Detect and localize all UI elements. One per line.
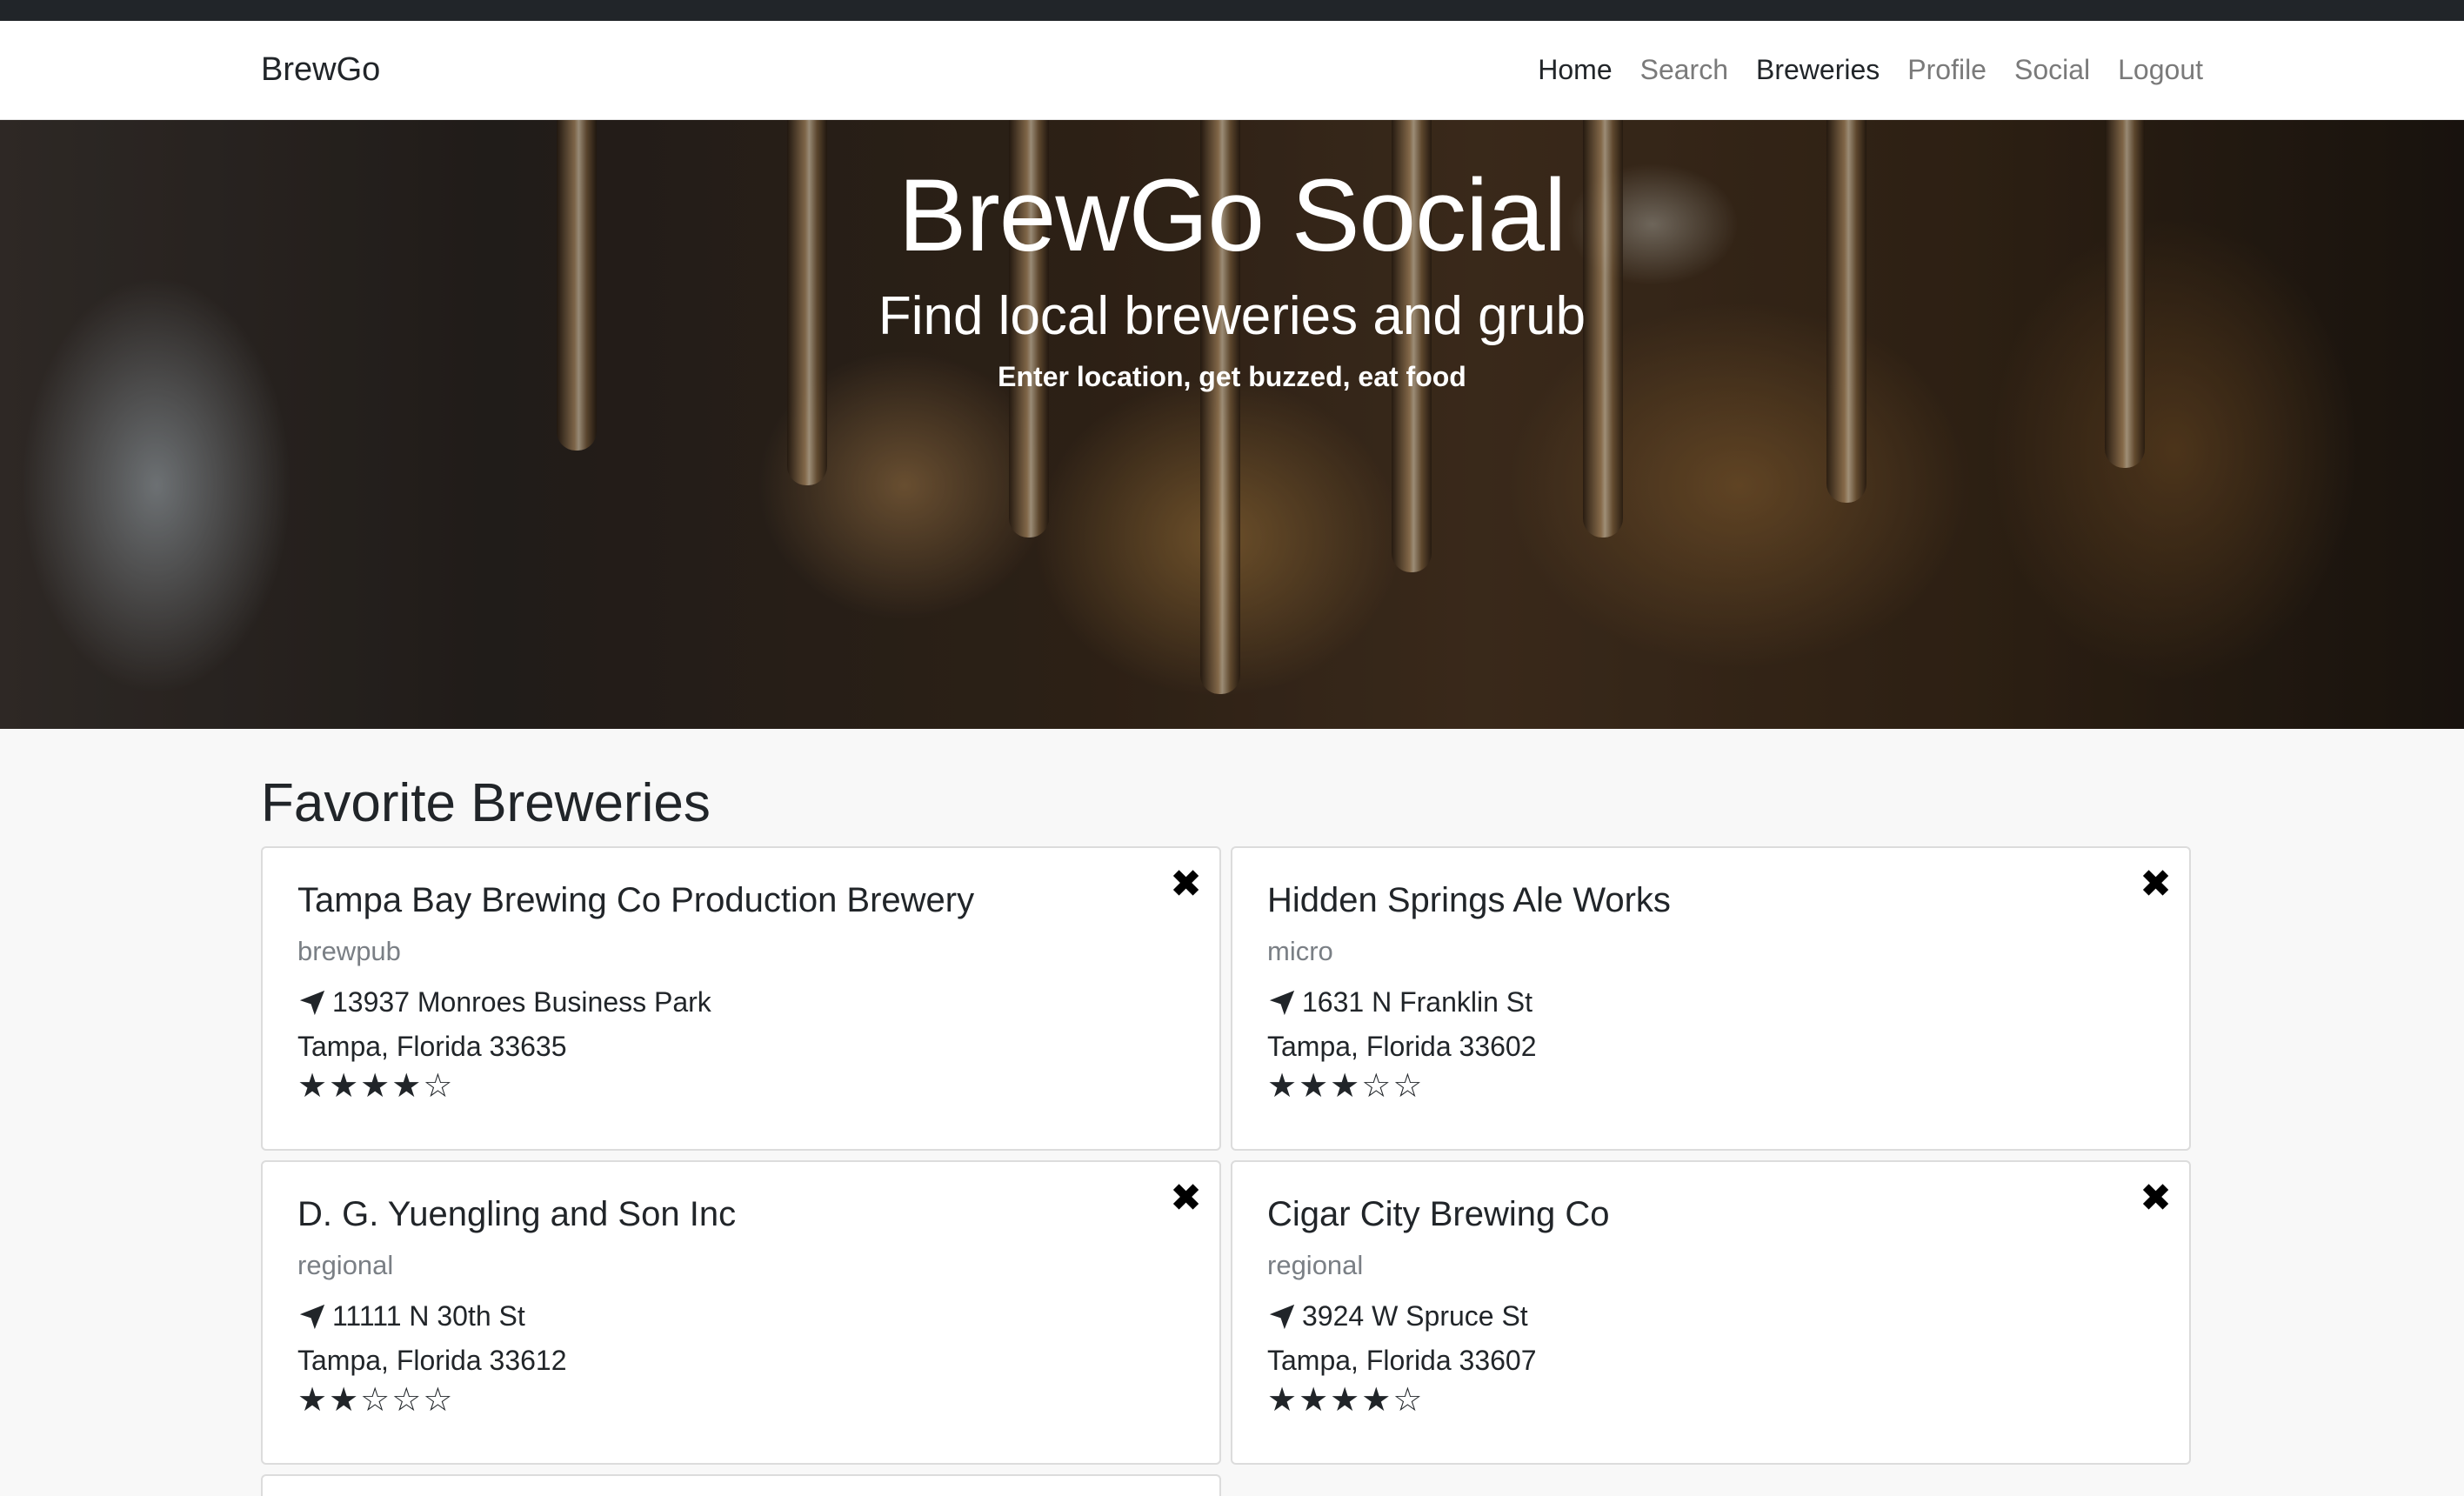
- nav-social[interactable]: Social: [2014, 54, 2090, 86]
- star-rating: ★ ★ ★ ★ ☆: [297, 1070, 1185, 1103]
- nav-home[interactable]: Home: [1538, 54, 1612, 86]
- star-rating: ★ ★ ★ ★ ☆: [1267, 1384, 2154, 1417]
- star-rating: ★ ★ ☆ ☆ ☆: [297, 1384, 1185, 1417]
- star-filled-icon: ★: [360, 1068, 391, 1105]
- nav-search[interactable]: Search: [1640, 54, 1728, 86]
- navbar: BrewGo Home Search Breweries Profile Soc…: [0, 21, 2464, 120]
- star-filled-icon: ★: [391, 1068, 422, 1105]
- brewery-street-text: 1631 N Franklin St: [1302, 986, 1533, 1018]
- close-icon[interactable]: ✖: [2140, 865, 2172, 904]
- brewery-name: Tampa Bay Brewing Co Production Brewery: [297, 881, 975, 919]
- nav-logout[interactable]: Logout: [2118, 54, 2203, 86]
- star-filled-icon: ★: [297, 1382, 328, 1419]
- brewery-name: Cigar City Brewing Co: [1267, 1195, 1610, 1233]
- star-empty-icon: ☆: [1361, 1068, 1392, 1105]
- brewery-city: Tampa, Florida 33635: [297, 1031, 567, 1062]
- star-empty-icon: ☆: [360, 1382, 391, 1419]
- brewery-name: Hidden Springs Ale Works: [1267, 881, 1671, 919]
- star-filled-icon: ★: [329, 1068, 359, 1105]
- brewery-card[interactable]: [261, 1474, 1221, 1496]
- star-empty-icon: ☆: [423, 1382, 453, 1419]
- star-filled-icon: ★: [329, 1382, 359, 1419]
- brewery-street: 1631 N Franklin St: [1267, 986, 2154, 1018]
- brewery-street-text: 13937 Monroes Business Park: [332, 986, 711, 1018]
- star-filled-icon: ★: [1267, 1068, 1298, 1105]
- brewery-card[interactable]: ✖ Cigar City Brewing Co regional 3924 W …: [1231, 1160, 2191, 1465]
- hero-tagline: Enter location, get buzzed, eat food: [998, 360, 1466, 392]
- brewery-street-text: 11111 N 30th St: [332, 1300, 525, 1332]
- brewery-street-text: 3924 W Spruce St: [1302, 1300, 1528, 1332]
- browser-top-bar: [0, 0, 2464, 21]
- brewery-card[interactable]: ✖ Hidden Springs Ale Works micro 1631 N …: [1231, 846, 2191, 1151]
- close-icon[interactable]: ✖: [2140, 1179, 2172, 1218]
- nav-breweries[interactable]: Breweries: [1756, 54, 1880, 86]
- star-filled-icon: ★: [1330, 1382, 1360, 1419]
- main-content: Favorite Breweries ✖ Tampa Bay Brewing C…: [0, 729, 2464, 1496]
- section-title: Favorite Breweries: [261, 773, 711, 833]
- location-arrow-icon: [1269, 990, 1295, 1015]
- brewery-type: regional: [297, 1250, 394, 1280]
- star-empty-icon: ☆: [1392, 1068, 1423, 1105]
- brewery-street: 13937 Monroes Business Park: [297, 986, 1185, 1018]
- brewery-type: micro: [1267, 936, 1333, 966]
- hero-title: BrewGo Social: [898, 158, 1566, 273]
- star-empty-icon: ☆: [1392, 1382, 1423, 1419]
- star-filled-icon: ★: [1299, 1382, 1329, 1419]
- hero-subtitle: Find local breweries and grub: [878, 285, 1586, 346]
- hero-content: BrewGo Social Find local breweries and g…: [0, 120, 2464, 393]
- nav-links: Home Search Breweries Profile Social Log…: [1538, 54, 2203, 86]
- star-filled-icon: ★: [1299, 1068, 1329, 1105]
- close-icon[interactable]: ✖: [1170, 1179, 1202, 1218]
- brewery-city: Tampa, Florida 33602: [1267, 1031, 1537, 1062]
- hero-banner: BrewGo Social Find local breweries and g…: [0, 120, 2464, 729]
- brewery-type: regional: [1267, 1250, 1364, 1280]
- star-filled-icon: ★: [297, 1068, 328, 1105]
- location-arrow-icon: [1269, 1304, 1295, 1329]
- close-icon[interactable]: ✖: [1170, 865, 1202, 904]
- location-arrow-icon: [299, 1304, 325, 1329]
- nav-profile[interactable]: Profile: [1907, 54, 1987, 86]
- brewery-grid: ✖ Tampa Bay Brewing Co Production Brewer…: [261, 846, 2203, 1496]
- location-arrow-icon: [299, 990, 325, 1015]
- brewery-card[interactable]: ✖ Tampa Bay Brewing Co Production Brewer…: [261, 846, 1221, 1151]
- brewery-street: 3924 W Spruce St: [1267, 1300, 2154, 1332]
- star-filled-icon: ★: [1361, 1382, 1392, 1419]
- brewery-type: brewpub: [297, 936, 401, 966]
- brand-logo[interactable]: BrewGo: [261, 51, 380, 89]
- brewery-street: 11111 N 30th St: [297, 1300, 1185, 1332]
- star-rating: ★ ★ ★ ☆ ☆: [1267, 1070, 2154, 1103]
- star-empty-icon: ☆: [391, 1382, 422, 1419]
- star-empty-icon: ☆: [423, 1068, 453, 1105]
- brewery-name: D. G. Yuengling and Son Inc: [297, 1195, 737, 1233]
- brewery-city: Tampa, Florida 33607: [1267, 1345, 1537, 1376]
- brewery-city: Tampa, Florida 33612: [297, 1345, 567, 1376]
- brewery-card[interactable]: ✖ D. G. Yuengling and Son Inc regional 1…: [261, 1160, 1221, 1465]
- star-filled-icon: ★: [1267, 1382, 1298, 1419]
- star-filled-icon: ★: [1330, 1068, 1360, 1105]
